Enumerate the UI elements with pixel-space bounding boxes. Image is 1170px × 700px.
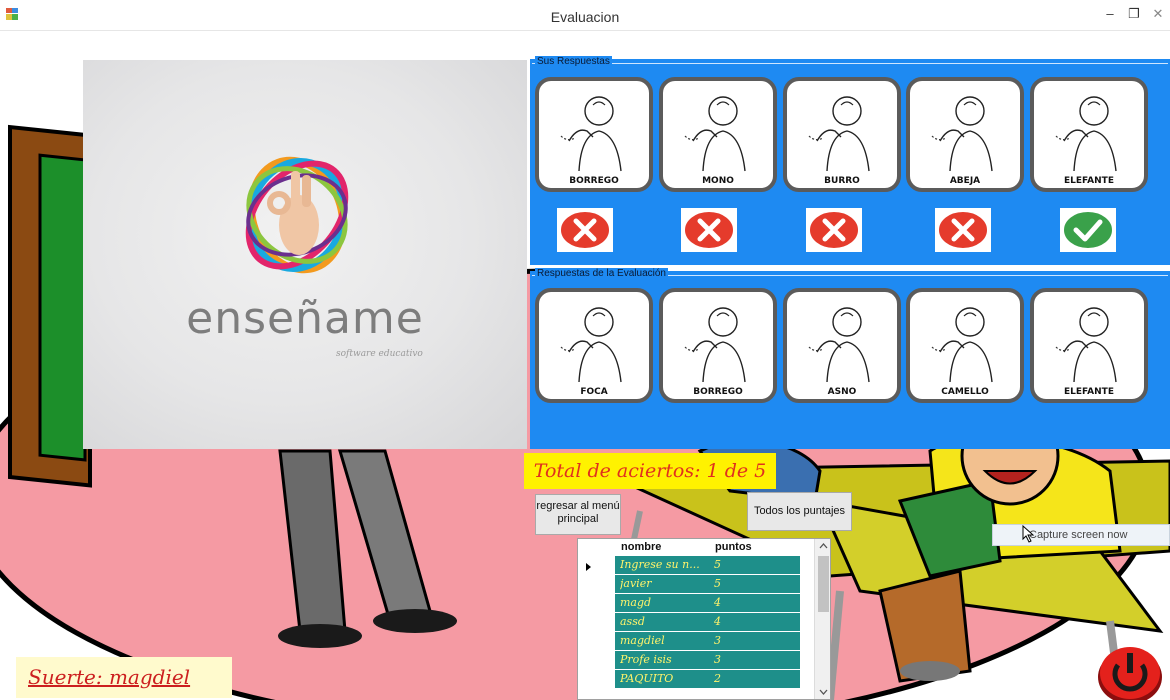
sign-card-label: CAMELLO <box>941 387 989 397</box>
cell-nombre[interactable]: assd <box>620 615 708 628</box>
column-header-nombre[interactable]: nombre <box>621 541 661 553</box>
cell-nombre[interactable]: magdiel <box>620 634 708 647</box>
good-luck-label: Suerte: magdiel <box>16 657 232 698</box>
cell-puntos[interactable]: 2 <box>714 672 754 685</box>
expected-sign-card: CAMELLO <box>906 288 1024 403</box>
all-scores-button[interactable]: Todos los puntajes <box>747 492 852 531</box>
hand-ok-logo-icon <box>245 156 349 274</box>
answer-sign-card: ELEFANTE <box>1030 77 1148 192</box>
minimize-button[interactable]: – <box>1098 5 1122 23</box>
column-header-puntos[interactable]: puntos <box>715 541 752 553</box>
logo-splash-image: enseñame software educativo <box>83 60 527 449</box>
scores-grid-header: nombre puntos <box>578 539 814 556</box>
sign-card-label: ABEJA <box>949 176 981 186</box>
cell-nombre[interactable]: Profe isis <box>620 653 708 666</box>
sign-card-label: MONO <box>702 176 734 186</box>
scores-grid[interactable]: nombre puntos Ingrese su n... 5 javier 5 mag… <box>577 538 831 700</box>
cell-puntos[interactable]: 3 <box>714 634 754 647</box>
expected-sign-card: BORREGO <box>659 288 777 403</box>
sus-respuestas-legend: Sus Respuestas <box>535 56 612 67</box>
form-client-area: enseñame software educativo Sus Respuest… <box>0 31 1170 700</box>
mouse-cursor-icon <box>1022 525 1035 543</box>
sign-illustration-icon <box>1055 307 1117 383</box>
table-row[interactable]: magdiel 3 <box>615 632 800 651</box>
wrong-x-icon <box>806 208 862 252</box>
window-title: Evaluacion <box>550 9 620 25</box>
scores-grid-scrollbar[interactable] <box>814 539 830 699</box>
sign-card-label: FOCA <box>580 387 608 397</box>
current-row-indicator-icon <box>586 563 591 571</box>
cell-nombre[interactable]: magd <box>620 596 708 609</box>
wrong-x-icon <box>557 208 613 252</box>
cell-puntos[interactable]: 5 <box>714 577 754 590</box>
close-button[interactable]: ✕ <box>1146 5 1170 23</box>
sign-illustration-icon <box>1055 96 1117 172</box>
sign-card-label: BORREGO <box>569 176 619 186</box>
wrong-x-icon <box>935 208 991 252</box>
back-to-menu-button[interactable]: regresar al menú principal <box>535 494 621 535</box>
table-row[interactable]: Ingrese su n... 5 <box>615 556 800 575</box>
answer-sign-card: BURRO <box>783 77 901 192</box>
respuestas-evaluacion-legend: Respuestas de la Evaluación <box>535 268 668 279</box>
brand-tagline: software educativo <box>336 349 423 359</box>
capture-screen-tooltip: Capture screen now <box>992 524 1170 546</box>
sign-illustration-icon <box>560 307 622 383</box>
expected-sign-card: FOCA <box>535 288 653 403</box>
table-row[interactable]: javier 5 <box>615 575 800 594</box>
sign-card-label: BORREGO <box>693 387 743 397</box>
cell-puntos[interactable]: 4 <box>714 596 754 609</box>
table-row[interactable]: Profe isis 3 <box>615 651 800 670</box>
answer-sign-card: BORREGO <box>535 77 653 192</box>
cell-puntos[interactable]: 4 <box>714 615 754 628</box>
sign-illustration-icon <box>684 96 746 172</box>
sign-card-label: ELEFANTE <box>1064 176 1114 186</box>
scrollbar-arrows-icon <box>818 543 829 695</box>
sign-illustration-icon <box>560 96 622 172</box>
sign-illustration-icon <box>684 307 746 383</box>
answer-sign-card: MONO <box>659 77 777 192</box>
cell-nombre[interactable]: javier <box>620 577 708 590</box>
brand-wordmark: enseñame <box>186 293 424 344</box>
answer-sign-card: ABEJA <box>906 77 1024 192</box>
cell-nombre[interactable]: PAQUITO <box>620 672 708 685</box>
sign-illustration-icon <box>808 307 870 383</box>
restore-button[interactable]: ❐ <box>1122 5 1146 23</box>
table-row[interactable]: assd 4 <box>615 613 800 632</box>
power-exit-icon[interactable] <box>1096 643 1164 700</box>
cell-nombre[interactable]: Ingrese su n... <box>620 558 708 571</box>
sign-illustration-icon <box>931 307 993 383</box>
wrong-x-icon <box>681 208 737 252</box>
total-aciertos-banner: Total de aciertos: 1 de 5 <box>524 453 776 489</box>
correct-check-icon <box>1060 208 1116 252</box>
sign-card-label: BURRO <box>824 176 860 186</box>
expected-sign-card: ELEFANTE <box>1030 288 1148 403</box>
table-row[interactable]: magd 4 <box>615 594 800 613</box>
sign-card-label: ELEFANTE <box>1064 387 1114 397</box>
title-bar: Evaluacion – ❐ ✕ <box>0 0 1170 31</box>
expected-sign-card: ASNO <box>783 288 901 403</box>
sign-illustration-icon <box>931 96 993 172</box>
table-row[interactable]: PAQUITO 2 <box>615 670 800 689</box>
sign-illustration-icon <box>808 96 870 172</box>
tooltip-text: Capture screen now <box>1029 529 1128 541</box>
sign-card-label: ASNO <box>827 387 857 397</box>
cell-puntos[interactable]: 5 <box>714 558 754 571</box>
cell-puntos[interactable]: 3 <box>714 653 754 666</box>
